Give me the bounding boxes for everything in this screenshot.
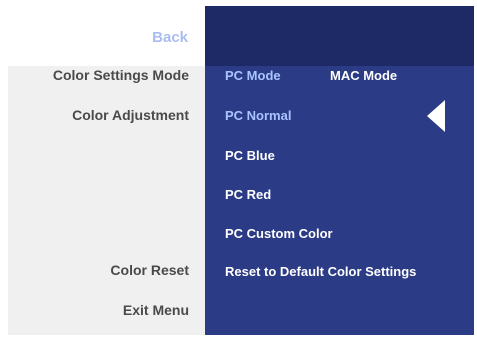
option-pc-normal[interactable]: PC Normal bbox=[225, 108, 291, 123]
arrow-left-icon bbox=[427, 100, 445, 132]
option-reset-default-color-settings[interactable]: Reset to Default Color Settings bbox=[225, 264, 416, 279]
option-mac-mode[interactable]: MAC Mode bbox=[330, 68, 397, 83]
option-pc-red[interactable]: PC Red bbox=[225, 187, 271, 202]
option-pc-custom-color[interactable]: PC Custom Color bbox=[225, 226, 333, 241]
menu-item-exit-menu[interactable]: Exit Menu bbox=[0, 302, 189, 318]
option-pc-mode[interactable]: PC Mode bbox=[225, 68, 281, 83]
menu-item-color-settings-mode[interactable]: Color Settings Mode bbox=[0, 67, 189, 83]
right-header-area bbox=[205, 6, 474, 66]
menu-item-color-adjustment[interactable]: Color Adjustment bbox=[0, 107, 189, 123]
back-button[interactable]: Back bbox=[0, 29, 188, 46]
option-pc-blue[interactable]: PC Blue bbox=[225, 148, 275, 163]
menu-item-color-reset[interactable]: Color Reset bbox=[0, 262, 189, 278]
